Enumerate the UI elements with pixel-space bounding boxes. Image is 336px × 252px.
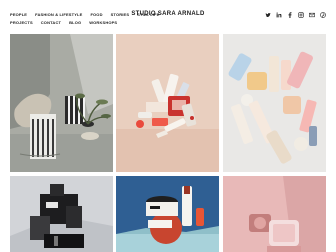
site-title[interactable]: STUDIO SARA ARNALD bbox=[126, 11, 210, 17]
cream-jar-image bbox=[116, 176, 219, 252]
linkedin-icon[interactable] bbox=[276, 12, 282, 18]
twitter-icon[interactable] bbox=[265, 12, 271, 18]
nav-link-fashion-lifestyle[interactable]: FASHION & LIFESTYLE bbox=[35, 12, 82, 17]
perfume-image bbox=[10, 176, 113, 252]
instagram-icon[interactable] bbox=[298, 12, 304, 18]
nav-link-food[interactable]: FOOD bbox=[90, 12, 102, 17]
still-life-image bbox=[10, 34, 113, 172]
gallery-tile-compact[interactable] bbox=[223, 176, 326, 252]
facebook-icon[interactable] bbox=[287, 12, 293, 18]
gallery-tile-perfume[interactable] bbox=[10, 176, 113, 252]
nav-link-people[interactable]: PEOPLE bbox=[10, 12, 27, 17]
gallery-tile-skincare[interactable] bbox=[223, 34, 326, 172]
gallery-tile-still-life[interactable] bbox=[10, 34, 113, 172]
nav-row-1: PEOPLE FASHION & LIFESTYLE FOOD STORIES … bbox=[10, 11, 159, 18]
nav-link-projects[interactable]: PROJECTS bbox=[10, 20, 33, 25]
mail-icon[interactable] bbox=[309, 12, 315, 18]
compact-image bbox=[223, 176, 326, 252]
gallery-tile-beauty-products[interactable] bbox=[116, 34, 219, 172]
site-header: PEOPLE FASHION & LIFESTYLE FOOD STORIES … bbox=[0, 0, 336, 34]
gallery-tile-cream-jar[interactable] bbox=[116, 176, 219, 252]
social-links bbox=[265, 12, 326, 18]
nav-link-blog[interactable]: BLOG bbox=[69, 20, 81, 25]
beauty-products-image bbox=[116, 34, 219, 172]
nav-link-workshops[interactable]: WORKSHOPS bbox=[89, 20, 117, 25]
skincare-image bbox=[223, 34, 326, 172]
nav-link-contact[interactable]: CONTACT bbox=[41, 20, 61, 25]
main-nav: PEOPLE FASHION & LIFESTYLE FOOD STORIES … bbox=[10, 11, 159, 27]
nav-row-2: PROJECTS CONTACT BLOG WORKSHOPS bbox=[10, 19, 130, 26]
pinterest-icon[interactable] bbox=[320, 12, 326, 18]
